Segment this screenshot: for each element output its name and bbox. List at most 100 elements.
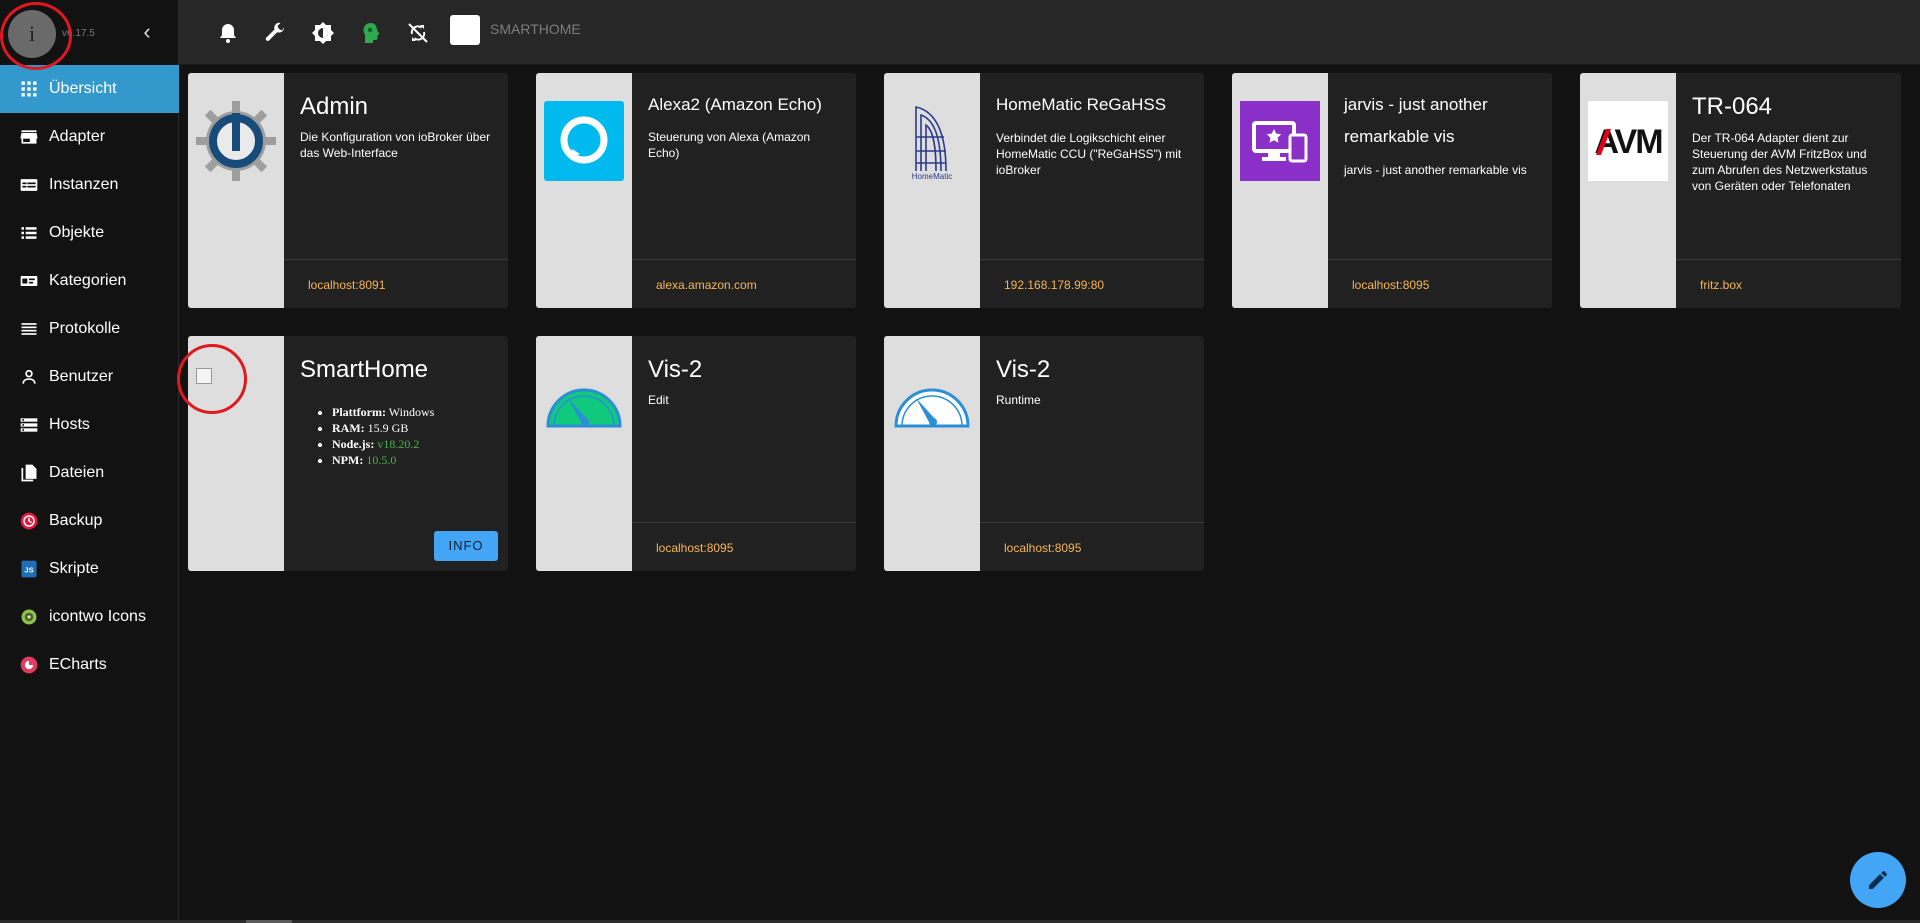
vis2-gauge-green-icon (546, 388, 622, 428)
card-admin[interactable]: Admin Die Konfiguration von ioBroker übe… (188, 73, 508, 308)
sidebar-item-label: Protokolle (49, 320, 121, 337)
lines-icon (18, 318, 40, 340)
sidebar-item-dateien[interactable]: Dateien (0, 449, 179, 497)
card-title: Vis-2 (648, 356, 703, 383)
wrench-icon[interactable] (262, 20, 288, 46)
host-name: SMARTHOME (490, 21, 581, 37)
card-description: Die Konfiguration von ioBroker über das … (300, 130, 491, 160)
sidebar-item-label: icontwo Icons (49, 608, 146, 625)
card-jarvis[interactable]: jarvis - just another remarkable vis jar… (1232, 73, 1552, 308)
card-link[interactable]: fritz.box (1700, 278, 1742, 292)
card-description: Der TR-064 Adapter dient zur Steuerung d… (1692, 131, 1868, 193)
sidebar-item-hosts[interactable]: Hosts (0, 401, 179, 449)
sidebar-item-label: Instanzen (49, 176, 119, 193)
sidebar-item-benutzer[interactable]: Benutzer (0, 353, 179, 401)
card-link[interactable]: localhost:8095 (1352, 278, 1429, 292)
card-body: SmartHome Plattform: Windows RAM: 15.9 G… (284, 336, 508, 571)
card-description: Runtime (996, 393, 1041, 407)
category-card-icon (18, 270, 40, 292)
card-smarthome-host[interactable]: SmartHome Plattform: Windows RAM: 15.9 G… (188, 336, 508, 571)
sidebar-item-label: Skripte (49, 560, 99, 577)
card-body: Admin Die Konfiguration von ioBroker übe… (284, 73, 508, 308)
host-info-npm: NPM: 10.5.0 (332, 452, 434, 468)
card-title: TR-064 (1692, 93, 1773, 120)
sidebar-item-protokolle[interactable]: Protokolle (0, 305, 179, 353)
homematic-logo-icon: HomeMatic (912, 106, 952, 181)
sidebar-item-instanzen[interactable]: Instanzen (0, 161, 179, 209)
card-image (536, 336, 632, 571)
sync-disabled-icon[interactable] (405, 20, 431, 46)
sidebar-item-label: Objekte (49, 224, 105, 241)
sidebar-item-label: Adapter (49, 128, 106, 145)
card-description: Steuerung von Alexa (Amazon Echo) (648, 130, 811, 160)
sidebar-item-backup[interactable]: Backup (0, 497, 179, 545)
card-body: Alexa2 (Amazon Echo) Steuerung von Alexa… (632, 73, 856, 308)
sidebar-item-uebersicht[interactable]: Übersicht (0, 65, 179, 113)
sidebar: i v6.17.5 ‹ Übersicht Adapter Instanzen (0, 0, 179, 923)
sidebar-item-kategorien[interactable]: Kategorien (0, 257, 179, 305)
card-alexa2[interactable]: Alexa2 (Amazon Echo) Steuerung von Alexa… (536, 73, 856, 308)
card-link[interactable]: localhost:8095 (1004, 541, 1081, 555)
instances-icon (18, 174, 40, 196)
version-label: v6.17.5 (62, 28, 95, 39)
brightness-icon[interactable] (310, 20, 336, 46)
sidebar-item-adapter[interactable]: Adapter (0, 113, 179, 161)
sidebar-item-echarts[interactable]: ECharts (0, 641, 179, 689)
card-footer: fritz.box (1676, 259, 1901, 308)
vis2-gauge-outline-icon (894, 388, 970, 428)
card-link[interactable]: localhost:8095 (656, 541, 733, 555)
card-description: Edit (648, 393, 669, 407)
bell-icon[interactable] (215, 20, 241, 46)
sidebar-item-objekte[interactable]: Objekte (0, 209, 179, 257)
card-footer: 192.168.178.99:80 (980, 259, 1204, 308)
card-link[interactable]: alexa.amazon.com (656, 278, 757, 292)
sidebar-item-skripte[interactable]: JS Skripte (0, 545, 179, 593)
card-title: SmartHome (300, 356, 429, 383)
card-body: Vis-2 Edit localhost:8095 (632, 336, 856, 571)
edit-fab-button[interactable] (1850, 852, 1906, 908)
card-link[interactable]: localhost:8091 (308, 278, 385, 292)
file-copy-icon (18, 462, 40, 484)
avm-logo-icon: AVM (1588, 101, 1668, 181)
card-vis2-edit[interactable]: Vis-2 Edit localhost:8095 (536, 336, 856, 571)
sidebar-nav: Übersicht Adapter Instanzen Objekte Kate… (0, 65, 179, 689)
collapse-sidebar-button[interactable]: ‹ (138, 18, 156, 46)
icontwo-icon (18, 606, 40, 628)
card-title: Alexa2 (Amazon Echo) (648, 95, 822, 114)
sidebar-item-label: Dateien (49, 464, 105, 481)
sidebar-item-label: Übersicht (49, 80, 117, 97)
card-link[interactable]: 192.168.178.99:80 (1004, 278, 1104, 292)
logo-area: i v6.17.5 ‹ (0, 0, 179, 65)
javascript-icon: JS (18, 558, 40, 580)
top-toolbar: SMARTHOME (179, 0, 1920, 65)
card-footer: localhost:8091 (284, 259, 508, 308)
host-info-ram: RAM: 15.9 GB (332, 420, 434, 436)
card-tr-064[interactable]: AVM TR-064 Der TR-064 Adapter dient zur … (1580, 73, 1901, 308)
card-body: HomeMatic ReGaHSS Verbindet die Logiksch… (980, 73, 1204, 308)
card-footer: localhost:8095 (632, 522, 856, 571)
card-body: jarvis - just another remarkable vis jar… (1328, 73, 1552, 308)
card-image (536, 73, 632, 308)
card-title: Vis-2 (996, 356, 1051, 383)
card-description: jarvis - just another remarkable vis (1344, 163, 1527, 177)
card-footer: localhost:8095 (1328, 259, 1552, 308)
card-image (1232, 73, 1328, 308)
card-homematic-regahss[interactable]: HomeMatic HomeMatic ReGaHSS Verbindet di… (884, 73, 1204, 308)
info-button[interactable]: INFO (434, 531, 498, 561)
store-icon (18, 126, 40, 148)
person-icon (18, 366, 40, 388)
card-body: TR-064 Der TR-064 Adapter dient zur Steu… (1676, 73, 1901, 308)
echarts-icon (18, 654, 40, 676)
card-footer: localhost:8095 (980, 522, 1204, 571)
expert-mode-head-icon[interactable] (357, 20, 383, 46)
svg-text:JS: JS (24, 565, 33, 574)
homematic-logo-text: HomeMatic (912, 172, 952, 181)
alexa-logo-icon (544, 101, 624, 181)
sidebar-item-label: Benutzer (49, 368, 114, 385)
card-vis2-runtime[interactable]: Vis-2 Runtime localhost:8095 (884, 336, 1204, 571)
card-footer: alexa.amazon.com (632, 259, 856, 308)
iobroker-admin-logo-icon (196, 101, 276, 181)
sidebar-item-icontwo-icons[interactable]: icontwo Icons (0, 593, 179, 641)
iobroker-logo-icon[interactable]: i (8, 10, 56, 58)
card-description: Verbindet die Logikschicht einer HomeMat… (996, 131, 1182, 177)
